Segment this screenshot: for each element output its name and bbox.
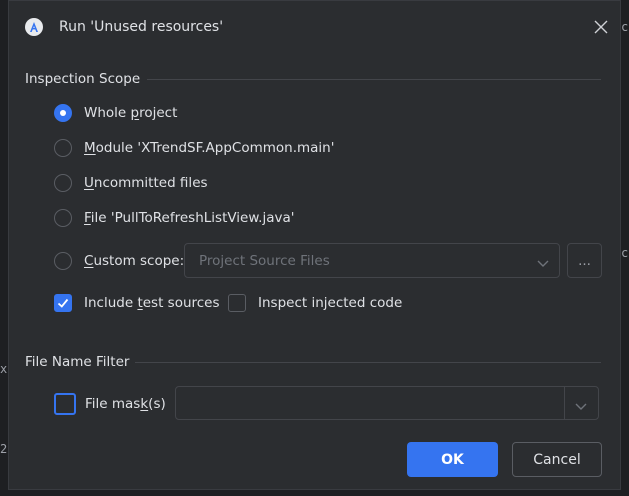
checkbox-label: File mask(s): [85, 396, 166, 412]
close-icon[interactable]: [593, 19, 609, 35]
radio-button[interactable]: [54, 104, 72, 122]
scope-option-whole-project[interactable]: Whole project: [54, 104, 177, 122]
ide-bg-text: ct: [621, 20, 629, 34]
checkbox-label: Inspect injected code: [258, 295, 403, 311]
scope-option-custom[interactable]: Custom scope:: [54, 252, 184, 270]
scope-option-label: Module 'XTrendSF.AppCommon.main': [84, 140, 335, 156]
ide-left-edge: [0, 0, 8, 496]
scope-option-label: Custom scope:: [84, 253, 185, 269]
inspection-dialog: Run 'Unused resources' Inspection Scope …: [8, 0, 621, 490]
scope-option-label: Uncommitted files: [84, 175, 208, 191]
scope-option-uncommitted[interactable]: Uncommitted files: [54, 174, 208, 192]
chevron-down-icon: [537, 256, 549, 272]
file-mask-dropdown[interactable]: [175, 386, 599, 420]
checkbox-label: Include test sources: [84, 295, 220, 311]
section-divider: [135, 362, 601, 363]
scope-option-label: Whole project: [84, 105, 178, 121]
inspection-scope-heading: Inspection Scope: [25, 71, 141, 87]
scope-option-module[interactable]: Module 'XTrendSF.AppCommon.main': [54, 139, 334, 157]
checkbox[interactable]: [54, 393, 76, 415]
inspect-injected-code-checkbox-row[interactable]: Inspect injected code: [228, 294, 402, 312]
radio-button[interactable]: [54, 252, 72, 270]
ide-bg-text: x: [0, 362, 8, 376]
ide-bottom-edge: [0, 490, 629, 496]
cancel-button[interactable]: Cancel: [512, 442, 602, 477]
checkmark-icon: [57, 298, 69, 308]
dropdown-divider: [564, 387, 565, 419]
section-divider: [147, 79, 601, 80]
custom-scope-value: Project Source Files: [199, 253, 330, 269]
checkbox[interactable]: [54, 294, 72, 312]
chevron-down-icon: [575, 399, 587, 415]
checkbox[interactable]: [228, 294, 246, 312]
android-studio-icon: [25, 18, 43, 36]
dialog-title-bar: Run 'Unused resources': [9, 1, 620, 55]
radio-button[interactable]: [54, 209, 72, 227]
file-name-filter-heading: File Name Filter: [25, 354, 130, 370]
scope-option-file[interactable]: File 'PullToRefreshListView.java': [54, 209, 294, 227]
ok-button[interactable]: OK: [407, 442, 498, 477]
browse-scope-button[interactable]: ...: [567, 243, 602, 278]
include-test-sources-checkbox-row[interactable]: Include test sources: [54, 294, 220, 312]
file-mask-checkbox-row[interactable]: File mask(s): [54, 393, 166, 415]
radio-button[interactable]: [54, 174, 72, 192]
ide-bg-text: ct: [621, 246, 629, 260]
radio-button[interactable]: [54, 139, 72, 157]
dialog-title: Run 'Unused resources': [59, 19, 224, 35]
custom-scope-dropdown[interactable]: Project Source Files: [184, 243, 560, 278]
scope-option-label: File 'PullToRefreshListView.java': [84, 210, 295, 226]
